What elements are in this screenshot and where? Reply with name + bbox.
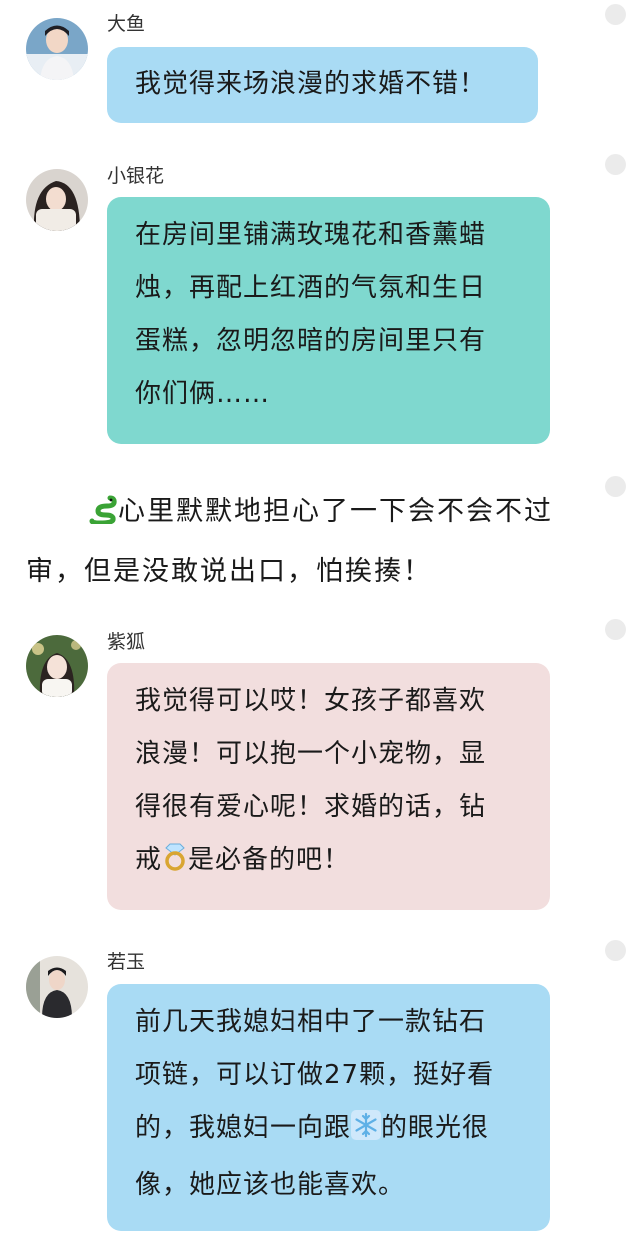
more-options-dot[interactable] (605, 619, 626, 640)
message-text: 在房间里铺满玫瑰花和香薰蜡 (135, 220, 487, 250)
more-options-dot[interactable] (605, 154, 626, 175)
sender-name: 小银花 (107, 165, 165, 187)
message-text: 得很有爱心呢！求婚的话，钻 (135, 792, 487, 822)
sender-name: 若玉 (107, 951, 146, 973)
message-text: 我觉得可以哎！女孩子都喜欢 (135, 686, 487, 716)
sender-name: 大鱼 (107, 13, 146, 35)
message-bubble: 我觉得可以哎！女孩子都喜欢 浪漫！可以抱一个小宠物，显 得很有爱心呢！求婚的话，… (107, 663, 550, 910)
more-options-dot[interactable] (605, 940, 626, 961)
narration-line: 审，但是没敢说出口，怕挨揍！ (26, 556, 432, 587)
message-text: 浪漫！可以抱一个小宠物，显 (135, 739, 487, 769)
message-text: 前几天我媳妇相中了一款钻石 (135, 1007, 487, 1037)
message-text: 的，我媳妇一向跟 的眼光很 (135, 1102, 526, 1159)
avatar-ruoyu[interactable] (26, 956, 88, 1018)
avatar-zihu[interactable] (26, 635, 88, 697)
ring-emoji-icon (162, 838, 188, 891)
message-text: 烛，再配上红酒的气氛和生日 (135, 273, 487, 303)
message-bubble: 前几天我媳妇相中了一款钻石 项链，可以订做27颗，挺好看 的，我媳妇一向跟 的眼… (107, 984, 550, 1231)
avatar-xiaoyinhua[interactable] (26, 169, 88, 231)
message-text: 项链，可以订做27颗，挺好看 (135, 1060, 495, 1090)
narration-text: 心里默默地担心了一下会不会不过 审，但是没敢说出口，怕挨揍！ (26, 484, 553, 600)
message-text: 像，她应该也能喜欢。 (135, 1170, 406, 1200)
message-bubble: 我觉得来场浪漫的求婚不错！ (107, 47, 538, 123)
more-options-dot[interactable] (605, 4, 626, 25)
narration-line: 心里默默地担心了一下会不会不过 (26, 484, 553, 544)
more-options-dot[interactable] (605, 476, 626, 497)
message-bubble: 在房间里铺满玫瑰花和香薰蜡 烛，再配上红酒的气氛和生日 蛋糕，忽明忽暗的房间里只… (107, 197, 550, 444)
snowflake-emoji-icon (351, 1106, 382, 1159)
message-text: 你们俩…… (135, 379, 271, 409)
sender-name: 紫狐 (107, 631, 146, 653)
message-text: 蛋糕，忽明忽暗的房间里只有 (135, 326, 487, 356)
message-text: 我觉得来场浪漫的求婚不错！ (135, 69, 487, 99)
avatar-dayu[interactable] (26, 18, 88, 80)
message-text: 戒 是必备的吧！ (135, 834, 526, 891)
snake-emoji-icon (88, 488, 118, 544)
